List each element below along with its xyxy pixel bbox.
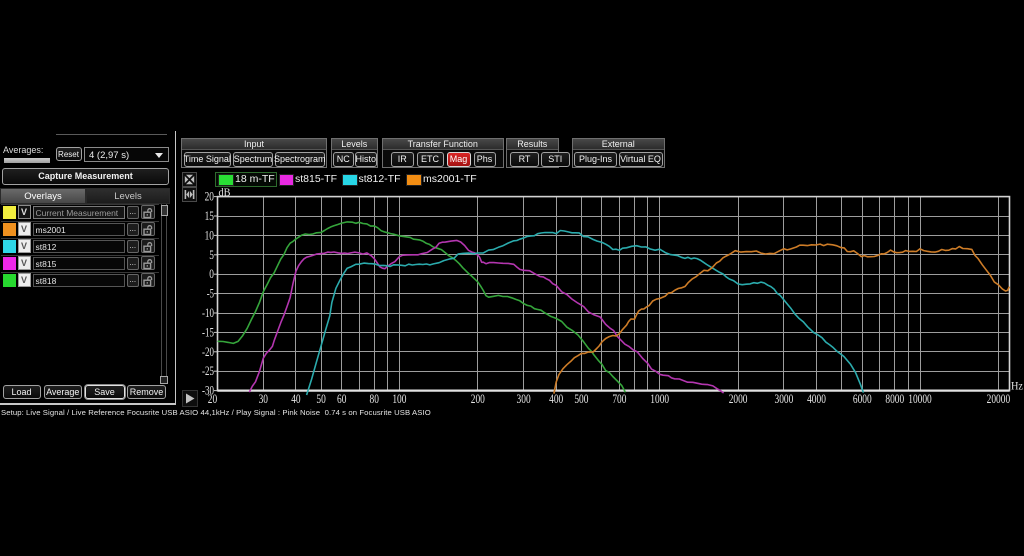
svg-text:10000: 10000: [908, 392, 932, 406]
svg-text:-10: -10: [202, 306, 214, 320]
svg-text:300: 300: [517, 392, 531, 406]
svg-text:-25: -25: [202, 364, 214, 378]
svg-text:400: 400: [549, 392, 563, 406]
svg-text:500: 500: [574, 392, 588, 406]
svg-text:-15: -15: [202, 325, 214, 339]
svg-text:0: 0: [209, 267, 214, 281]
svg-text:40: 40: [291, 392, 300, 406]
svg-text:4000: 4000: [807, 392, 826, 406]
svg-text:700: 700: [612, 392, 626, 406]
svg-text:-20: -20: [202, 345, 214, 359]
svg-text:6000: 6000: [853, 392, 872, 406]
svg-text:2000: 2000: [729, 392, 748, 406]
svg-text:dB: dB: [219, 187, 231, 199]
svg-text:20: 20: [205, 190, 214, 204]
svg-text:30: 30: [259, 392, 268, 406]
svg-text:20000: 20000: [987, 392, 1011, 406]
svg-text:-5: -5: [207, 287, 214, 301]
svg-text:5: 5: [209, 248, 214, 262]
svg-text:50: 50: [316, 392, 325, 406]
svg-text:10: 10: [205, 228, 214, 242]
svg-text:15: 15: [205, 209, 214, 223]
svg-text:Hz: Hz: [1011, 381, 1023, 393]
svg-text:8000: 8000: [885, 392, 904, 406]
svg-text:3000: 3000: [775, 392, 794, 406]
svg-text:60: 60: [337, 392, 346, 406]
svg-text:1000: 1000: [650, 392, 669, 406]
svg-text:100: 100: [392, 392, 406, 406]
svg-text:200: 200: [471, 392, 485, 406]
svg-text:80: 80: [370, 392, 379, 406]
svg-text:20: 20: [208, 392, 217, 406]
